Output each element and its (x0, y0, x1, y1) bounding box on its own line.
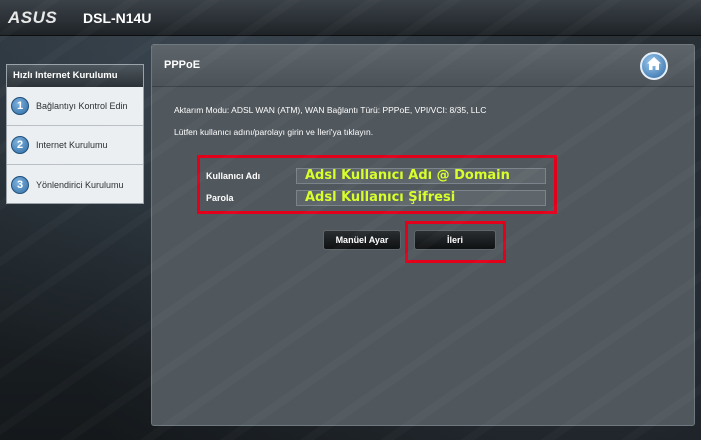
connection-info: Aktarım Modu: ADSL WAN (ATM), WAN Bağlan… (174, 105, 487, 115)
instruction-text: Lütfen kullanıcı adını/parolayı girin ve… (174, 127, 374, 137)
username-field[interactable]: Adsl Kullanıcı Adı @ Domain (296, 168, 546, 184)
brand-logo: ASUS (8, 8, 58, 27)
password-row: Parola Adsl Kullanıcı Şifresi (206, 189, 546, 207)
home-icon (646, 56, 662, 76)
pppoe-panel: PPPoE Aktarım Modu: ADSL WAN (ATM), WAN … (151, 44, 695, 426)
sidebar-step-check-connection[interactable]: 1 Bağlantıyı Kontrol Edin (7, 87, 143, 126)
sidebar-step-label: Yönlendirici Kurulumu (36, 179, 124, 190)
step-number-icon: 1 (11, 97, 29, 115)
sidebar-step-label: Internet Kurulumu (36, 140, 108, 150)
manual-setup-button[interactable]: Manüel Ayar (323, 230, 401, 250)
sidebar-step-router-setup[interactable]: 3 Yönlendirici Kurulumu (7, 165, 143, 204)
step-number-icon: 2 (11, 136, 29, 154)
sidebar-step-internet-setup[interactable]: 2 Internet Kurulumu (7, 126, 143, 165)
panel-header: PPPoE (152, 45, 694, 87)
sidebar-title: Hızlı Internet Kurulumu (7, 65, 143, 87)
quick-setup-sidebar: Hızlı Internet Kurulumu 1 Bağlantıyı Kon… (6, 64, 144, 204)
password-label: Parola (206, 193, 234, 203)
step-number-icon: 3 (11, 175, 29, 194)
username-row: Kullanıcı Adı Adsl Kullanıcı Adı @ Domai… (206, 167, 546, 185)
username-label: Kullanıcı Adı (206, 171, 261, 181)
password-field[interactable]: Adsl Kullanıcı Şifresi (296, 190, 546, 206)
model-name: DSL-N14U (83, 10, 152, 26)
top-bar: ASUS DSL-N14U (0, 0, 701, 36)
credentials-highlight-box: Kullanıcı Adı Adsl Kullanıcı Adı @ Domai… (197, 155, 557, 214)
next-button[interactable]: İleri (414, 230, 496, 250)
sidebar-step-label: Bağlantıyı Kontrol Edin (36, 101, 128, 111)
panel-title: PPPoE (164, 59, 201, 71)
home-button[interactable] (640, 52, 668, 80)
